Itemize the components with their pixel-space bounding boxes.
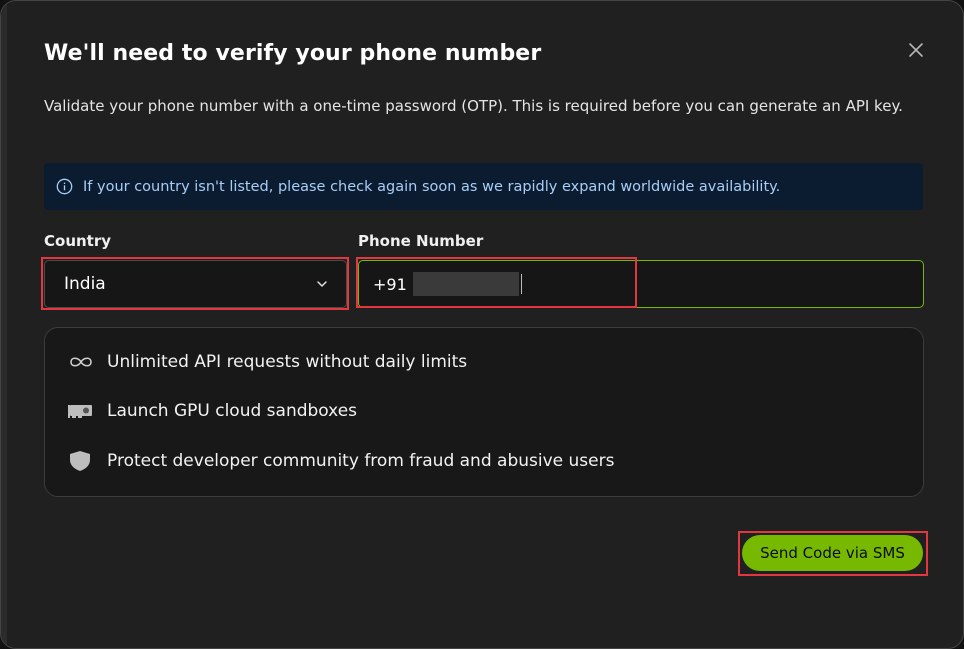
benefit-item: Protect developer community from fraud a… <box>67 451 614 471</box>
phone-country-code: +91 <box>373 274 407 294</box>
phone-number-label: Phone Number <box>358 232 484 250</box>
dialog-title: We'll need to verify your phone number <box>44 41 542 66</box>
shield-icon <box>70 451 90 471</box>
chevron-down-icon <box>317 281 327 287</box>
dialog-description: Validate your phone number with a one-ti… <box>44 97 903 115</box>
info-icon <box>56 178 73 195</box>
country-select[interactable]: India <box>44 260 347 308</box>
text-caret <box>520 274 522 294</box>
benefit-label: Protect developer community from fraud a… <box>107 451 615 471</box>
benefit-label: Unlimited API requests without daily lim… <box>107 352 468 372</box>
benefit-item: Unlimited API requests without daily lim… <box>67 352 467 372</box>
close-icon[interactable] <box>905 39 927 61</box>
verify-phone-dialog: We'll need to verify your phone number V… <box>0 0 964 649</box>
backdrop-edge <box>1 1 7 648</box>
phone-number-input[interactable]: +91 <box>358 260 924 308</box>
send-code-button[interactable]: Send Code via SMS <box>742 535 923 571</box>
country-select-value: India <box>64 274 106 294</box>
phone-number-redacted <box>412 272 519 296</box>
benefits-panel: Unlimited API requests without daily lim… <box>44 327 924 497</box>
benefit-label: Launch GPU cloud sandboxes <box>107 401 358 421</box>
benefit-item: Launch GPU cloud sandboxes <box>67 401 357 421</box>
infinity-icon <box>70 357 92 367</box>
country-label: Country <box>44 232 112 250</box>
info-banner-text: If your country isn't listed, please che… <box>83 178 781 195</box>
gpu-card-icon <box>68 405 92 418</box>
info-banner: If your country isn't listed, please che… <box>44 163 923 210</box>
